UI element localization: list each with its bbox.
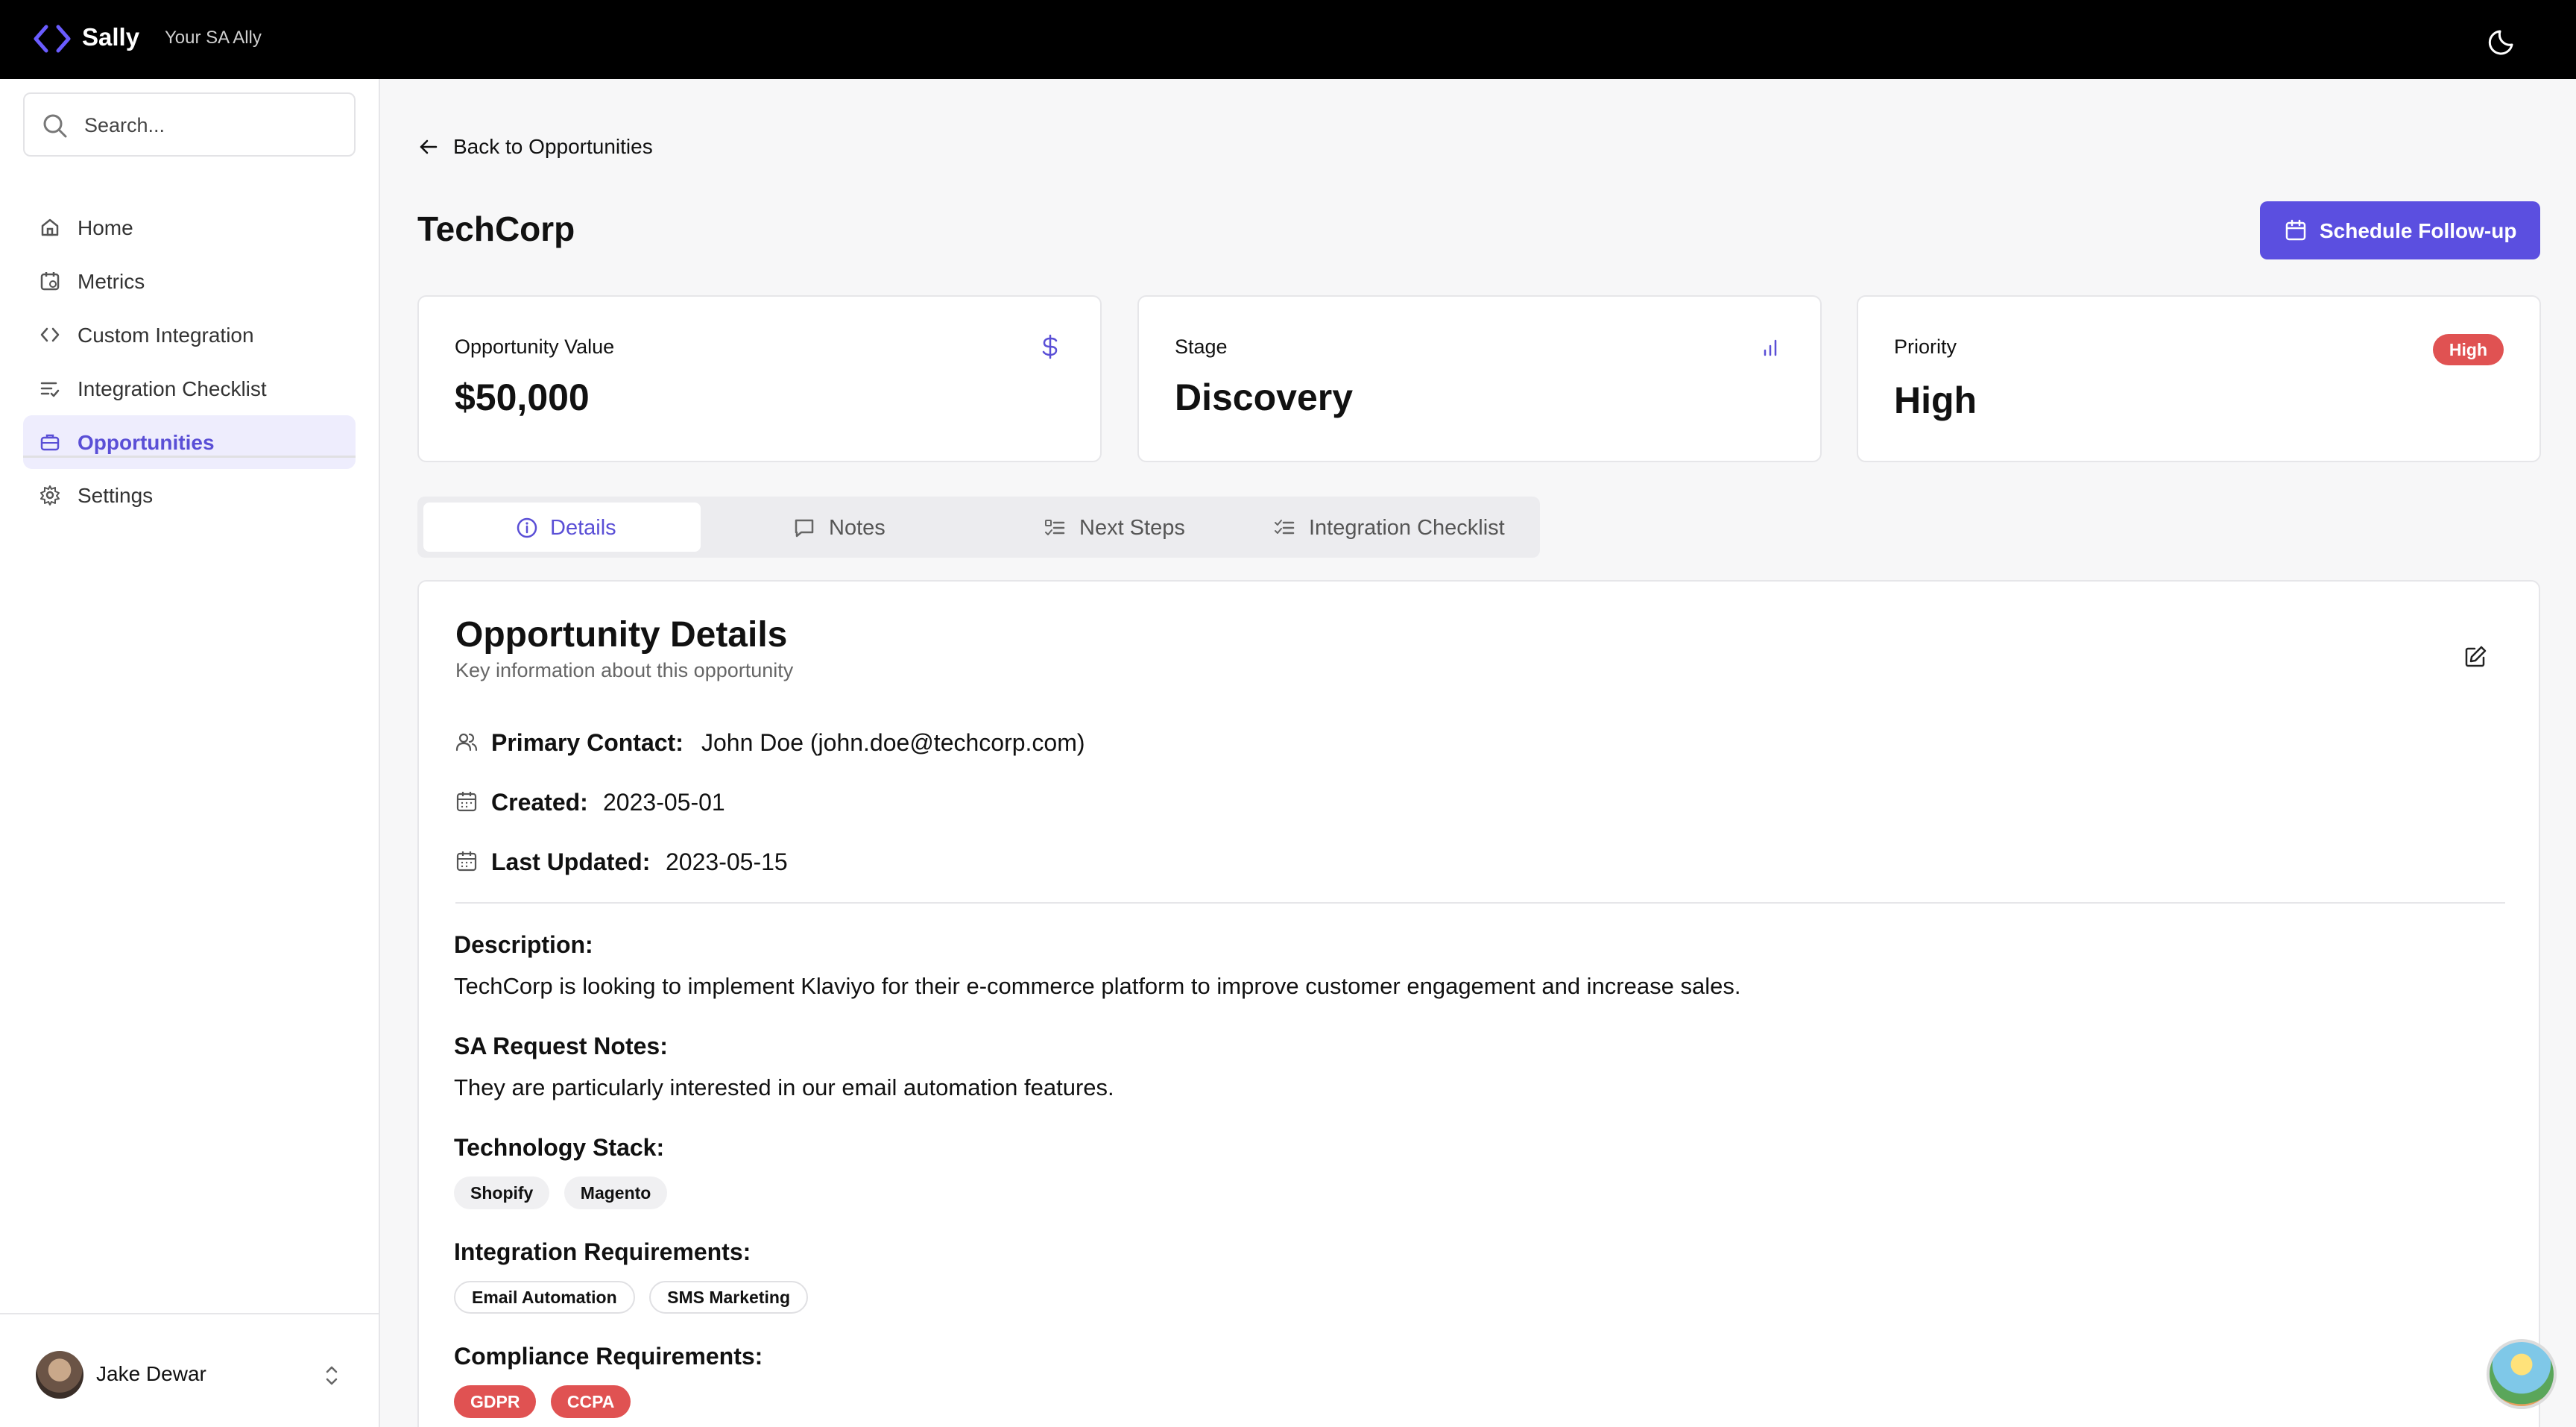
schedule-follow-up-label: Schedule Follow-up <box>2320 219 2517 242</box>
calendar-icon <box>456 851 477 872</box>
users-icon <box>455 733 478 752</box>
stat-value: $50,000 <box>455 377 590 418</box>
opportunity-value-card: Opportunity Value $50,000 <box>417 295 1102 462</box>
stat-value: High <box>1894 379 1977 421</box>
list-check-icon <box>40 382 60 397</box>
stat-label: Priority <box>1894 336 1957 358</box>
created-value: 2023-05-01 <box>603 789 725 816</box>
priority-card: Priority High High <box>1857 295 2541 462</box>
app-name[interactable]: Sally <box>82 23 139 51</box>
description-text: TechCorp is looking to implement Klaviyo… <box>454 973 1741 999</box>
sidebar-item-custom-integration[interactable]: Custom Integration <box>23 308 356 362</box>
search-input[interactable] <box>84 109 338 142</box>
details-subtitle: Key information about this opportunity <box>455 659 794 681</box>
sidebar-item-home[interactable]: Home <box>23 201 356 254</box>
arrow-left-icon <box>420 139 438 154</box>
compliance-requirements-label: Compliance Requirements: <box>454 1343 763 1370</box>
last-updated-label: Last Updated: <box>491 848 651 875</box>
assistant-launcher-avatar[interactable] <box>2487 1339 2557 1409</box>
integration-requirements-label: Integration Requirements: <box>454 1238 751 1265</box>
integration-chips: Email Automation SMS Marketing <box>454 1281 819 1315</box>
chevrons-up-down-icon <box>326 1366 338 1385</box>
description-label: Description: <box>454 931 593 958</box>
sidebar-item-label: Home <box>78 216 133 239</box>
stat-label: Opportunity Value <box>455 336 615 358</box>
app-tagline: Your SA Ally <box>165 28 262 48</box>
integration-chip: SMS Marketing <box>649 1281 808 1314</box>
sidebar-item-opportunities[interactable]: Opportunities <box>23 415 356 469</box>
back-link-label: Back to Opportunities <box>453 135 653 158</box>
code-logo-icon[interactable] <box>33 22 72 55</box>
compliance-chips: GDPR CCPA <box>454 1385 642 1420</box>
briefcase-icon <box>40 434 60 451</box>
sa-notes-label: SA Request Notes: <box>454 1033 668 1059</box>
code-icon <box>40 327 60 342</box>
sidebar: Home Metrics Custom Integration Integrat… <box>0 79 380 1427</box>
details-divider <box>455 902 2505 904</box>
gear-icon <box>40 485 60 505</box>
sidebar-item-settings[interactable]: Settings <box>23 468 356 522</box>
schedule-follow-up-button[interactable]: Schedule Follow-up <box>2260 201 2540 259</box>
tab-notes[interactable]: Notes <box>701 503 978 552</box>
sidebar-item-label: Custom Integration <box>78 324 254 347</box>
tab-bar: Details Notes Next Steps Integration Che… <box>417 497 1540 558</box>
details-title: Opportunity Details <box>455 615 788 655</box>
calendar-chart-icon <box>40 272 60 291</box>
list-todo-icon <box>1045 520 1065 535</box>
list-checks-icon <box>1275 520 1295 535</box>
tab-label: Integration Checklist <box>1309 516 1505 540</box>
sidebar-item-metrics[interactable]: Metrics <box>23 254 356 308</box>
sa-notes-text: They are particularly interested in our … <box>454 1074 1114 1100</box>
primary-contact-label: Primary Contact: <box>491 729 684 756</box>
compliance-chip: CCPA <box>550 1385 631 1418</box>
sidebar-item-label: Settings <box>78 484 154 507</box>
calendar-icon <box>2285 219 2306 241</box>
tech-stack-chips: Shopify Magento <box>454 1176 678 1211</box>
sidebar-item-integration-checklist[interactable]: Integration Checklist <box>23 362 356 415</box>
created-label: Created: <box>491 789 588 816</box>
message-icon <box>795 519 814 538</box>
dollar-icon <box>1042 334 1058 359</box>
sidebar-item-label: Metrics <box>78 270 145 293</box>
moon-icon[interactable] <box>2487 22 2522 58</box>
page-title: TechCorp <box>417 210 575 248</box>
avatar <box>36 1351 83 1399</box>
tab-label: Details <box>550 516 616 540</box>
tab-label: Notes <box>829 516 886 540</box>
stat-value: Discovery <box>1175 377 1354 418</box>
home-icon <box>41 218 59 236</box>
user-name: Jake Dewar <box>96 1362 206 1385</box>
tab-next-steps[interactable]: Next Steps <box>978 503 1255 552</box>
tech-stack-label: Technology Stack: <box>454 1134 665 1161</box>
search-box[interactable] <box>23 92 356 157</box>
tech-chip: Magento <box>564 1176 668 1209</box>
sidebar-item-label: Integration Checklist <box>78 377 267 400</box>
info-icon <box>517 517 537 538</box>
stage-card: Stage Discovery <box>1137 295 1822 462</box>
priority-badge: High <box>2432 334 2504 365</box>
sidebar-divider <box>23 456 356 458</box>
sidebar-item-label: Opportunities <box>78 431 215 454</box>
top-bar: Sally Your SA Ally <box>0 0 2576 79</box>
tab-integration-checklist[interactable]: Integration Checklist <box>1255 503 1532 552</box>
stat-label: Stage <box>1175 336 1228 358</box>
last-updated-value: 2023-05-15 <box>666 848 788 875</box>
primary-contact-value: John Doe (john.doe@techcorp.com) <box>701 729 1085 756</box>
compliance-chip: GDPR <box>454 1385 537 1418</box>
bar-chart-icon <box>1764 339 1777 356</box>
search-icon <box>43 114 67 138</box>
integration-chip: Email Automation <box>454 1281 635 1314</box>
user-menu[interactable]: Jake Dewar <box>0 1313 379 1427</box>
tab-label: Next Steps <box>1079 516 1185 540</box>
edit-icon[interactable] <box>2463 644 2488 670</box>
tech-chip: Shopify <box>454 1176 550 1209</box>
tab-details[interactable]: Details <box>423 503 701 552</box>
calendar-icon <box>456 792 477 812</box>
